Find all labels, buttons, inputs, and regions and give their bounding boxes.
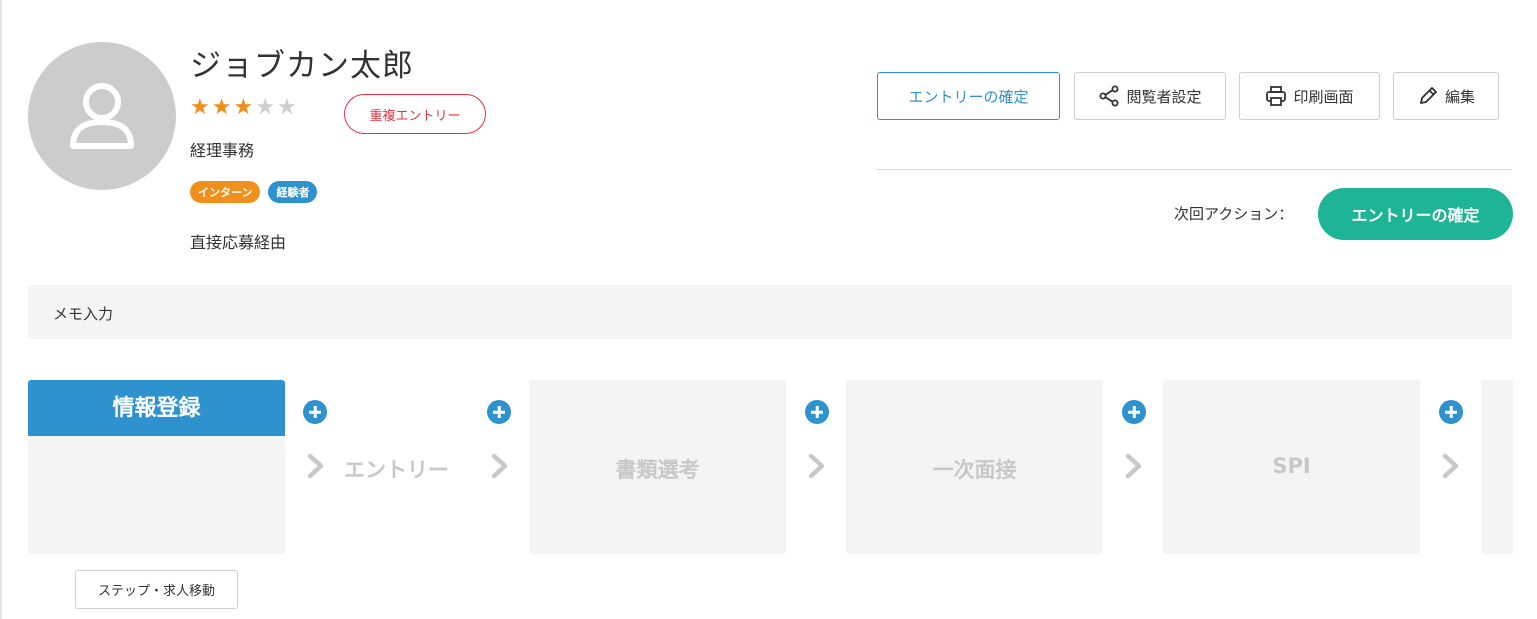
pencil-icon: [1420, 87, 1437, 104]
confirm-entry-label: エントリーの確定: [908, 87, 1029, 106]
memo-input[interactable]: メモ入力: [28, 285, 1512, 339]
step-label-document-screening: 書類選考: [615, 458, 700, 482]
star-filled-icon[interactable]: ★: [233, 96, 253, 120]
print-screen-label: 印刷画面: [1293, 87, 1354, 106]
print-screen-button[interactable]: 印刷画面: [1239, 72, 1380, 120]
step-label-spi: SPI: [1272, 454, 1311, 478]
tag-intern: インターン: [190, 181, 261, 203]
star-empty-icon[interactable]: ★: [277, 96, 297, 120]
chevron-right-icon: [307, 453, 324, 479]
next-action-label: 次回アクション：: [1174, 205, 1294, 223]
share-icon: [1099, 85, 1119, 107]
step-entry[interactable]: エントリー: [344, 454, 449, 484]
left-border: [0, 0, 2, 619]
add-step-plus-icon[interactable]: [487, 400, 511, 424]
candidate-name: ジョブカン太郎: [190, 48, 414, 84]
chevron-right-icon: [1442, 453, 1459, 479]
user-icon: [70, 83, 134, 149]
duplicate-entry-badge[interactable]: 重複エントリー: [344, 94, 486, 134]
step-card-next-partial[interactable]: [1481, 380, 1513, 554]
add-step-plus-icon[interactable]: [1439, 400, 1463, 424]
step-card-spi[interactable]: SPI: [1163, 380, 1420, 554]
memo-input-label: メモ入力: [53, 305, 114, 323]
add-step-plus-icon[interactable]: [805, 400, 829, 424]
step-card-document-screening[interactable]: 書類選考: [529, 380, 786, 554]
header-divider: [876, 169, 1512, 170]
step-job-move-button[interactable]: ステップ・求人移動: [75, 570, 238, 609]
step-card-first-interview[interactable]: 一次面接: [846, 380, 1103, 554]
star-empty-icon[interactable]: ★: [255, 96, 275, 120]
viewer-settings-button[interactable]: 閲覧者設定: [1074, 72, 1226, 120]
avatar: [28, 42, 176, 190]
next-action-button[interactable]: エントリーの確定: [1318, 188, 1513, 240]
star-filled-icon[interactable]: ★: [190, 96, 210, 120]
chevron-right-icon: [491, 453, 508, 479]
tag-list: インターン 経験者: [190, 181, 318, 203]
step-title-info-registration: 情報登録: [28, 380, 285, 436]
application-source: 直接応募経由: [190, 233, 287, 252]
star-filled-icon[interactable]: ★: [212, 96, 232, 120]
printer-icon: [1266, 86, 1287, 106]
step-card-info-registration[interactable]: 情報登録: [28, 380, 285, 554]
add-step-plus-icon[interactable]: [1122, 400, 1146, 424]
tag-experienced: 経験者: [268, 181, 318, 203]
edit-button[interactable]: 編集: [1393, 72, 1499, 120]
step-label-first-interview: 一次面接: [932, 458, 1017, 482]
add-step-plus-icon[interactable]: [303, 400, 327, 424]
viewer-settings-label: 閲覧者設定: [1126, 87, 1202, 106]
chevron-right-icon: [808, 453, 825, 479]
edit-label: 編集: [1444, 87, 1475, 106]
job-title: 経理事務: [190, 141, 255, 160]
chevron-right-icon: [1125, 453, 1142, 479]
confirm-entry-button[interactable]: エントリーの確定: [877, 72, 1060, 120]
star-rating[interactable]: ★ ★ ★ ★ ★: [190, 96, 297, 120]
